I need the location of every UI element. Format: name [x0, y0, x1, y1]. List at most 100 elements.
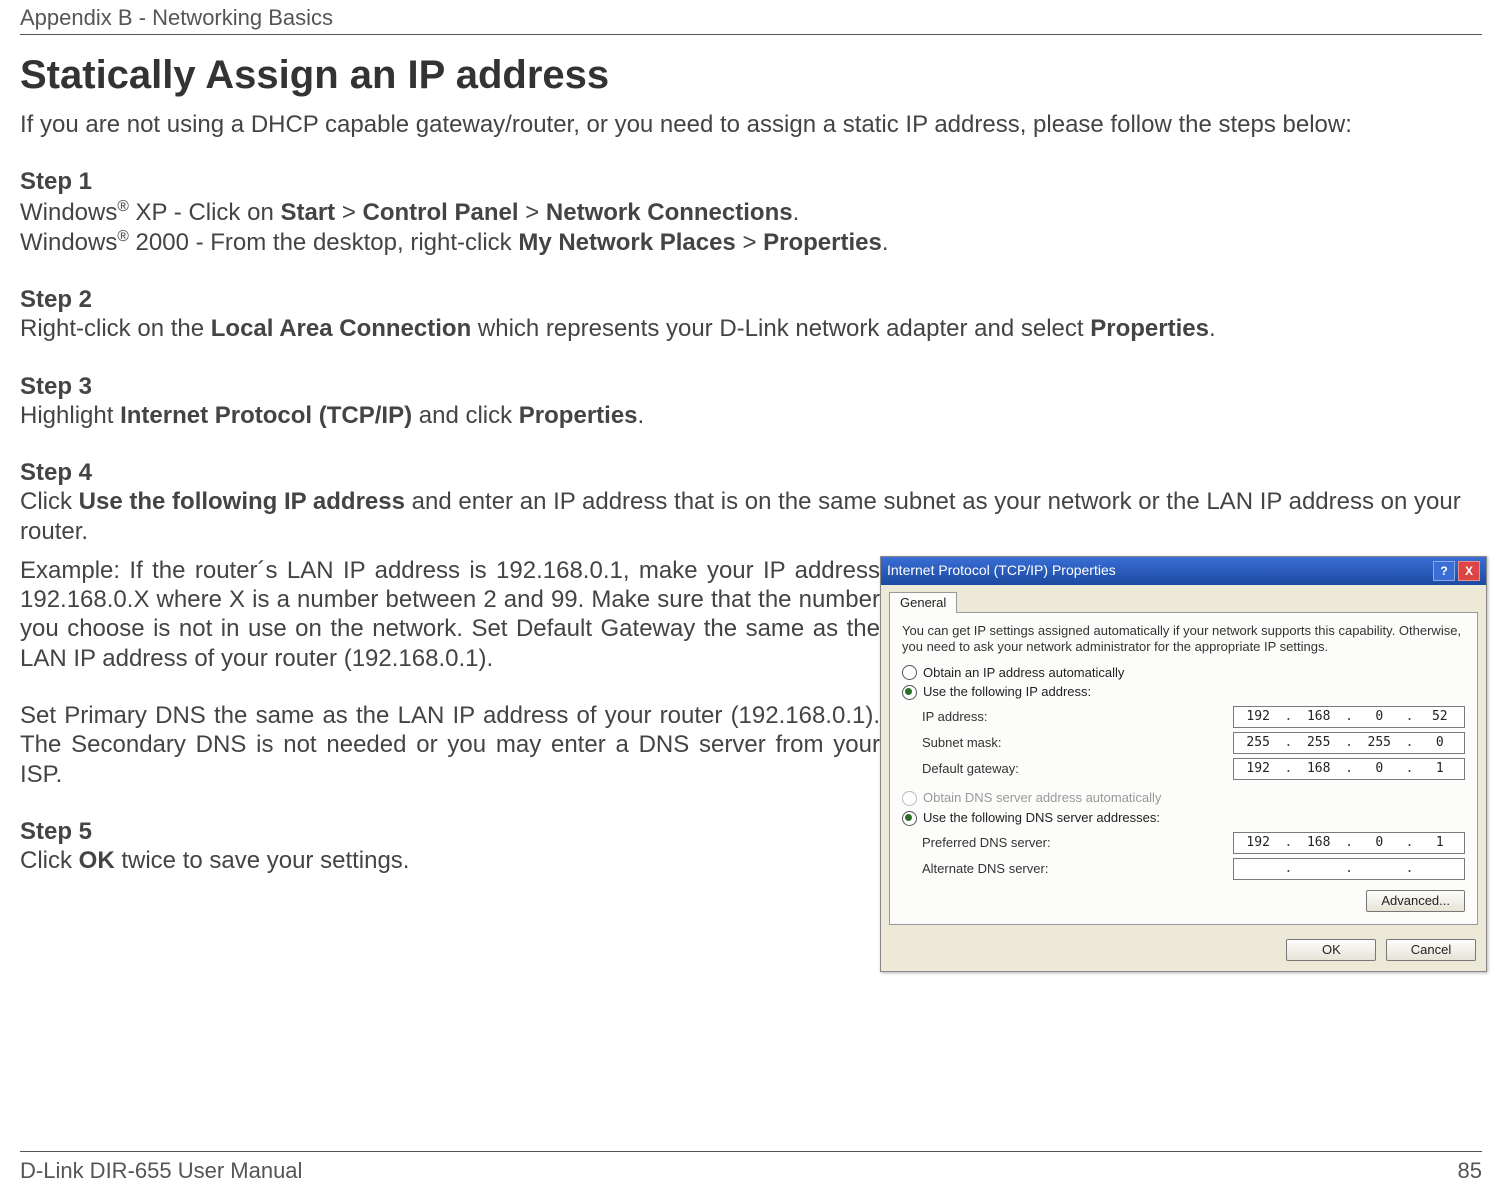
step-2: Step 2 Right-click on the Local Area Con… [20, 285, 1482, 344]
bold-text: Use the following IP address [79, 488, 405, 515]
dns-fieldset: Preferred DNS server: 192. 168. 0. 1 Alt… [902, 832, 1465, 880]
text: . [793, 199, 800, 226]
octet: 0 [1418, 735, 1462, 751]
page-title: Statically Assign an IP address [20, 53, 1482, 98]
octet [1297, 861, 1341, 877]
step-1: Step 1 Windows® XP - Click on Start > Co… [20, 167, 1482, 257]
preferred-dns-label: Preferred DNS server: [922, 835, 1051, 851]
text: and click [412, 402, 519, 429]
octet: 0 [1357, 835, 1401, 851]
step-3-label: Step 3 [20, 372, 1482, 401]
bold-text: Internet Protocol (TCP/IP) [120, 402, 412, 429]
text: Click [20, 488, 79, 515]
radio-obtain-ip[interactable]: Obtain an IP address automatically [902, 665, 1465, 681]
dns-paragraph: Set Primary DNS the same as the LAN IP a… [20, 701, 880, 789]
preferred-dns-row: Preferred DNS server: 192. 168. 0. 1 [922, 832, 1465, 854]
tcpip-properties-dialog: Internet Protocol (TCP/IP) Properties ? … [880, 556, 1487, 972]
footer-page-number: 85 [1458, 1158, 1482, 1184]
text: > [335, 199, 362, 226]
bold-text: My Network Places [518, 229, 735, 256]
tab-strip: General [881, 585, 1486, 612]
alternate-dns-input[interactable]: . . . [1233, 858, 1465, 880]
radio-obtain-dns: Obtain DNS server address automatically [902, 790, 1465, 806]
page-footer: D-Link DIR-655 User Manual 85 [20, 1151, 1482, 1184]
bold-text: Properties [519, 402, 638, 429]
bold-text: Properties [1090, 315, 1209, 342]
octet [1236, 861, 1280, 877]
preferred-dns-input[interactable]: 192. 168. 0. 1 [1233, 832, 1465, 854]
step-3: Step 3 Highlight Internet Protocol (TCP/… [20, 372, 1482, 431]
bold-text: Control Panel [363, 199, 519, 226]
text: . [882, 229, 889, 256]
intro-paragraph: If you are not using a DHCP capable gate… [20, 110, 1482, 139]
text: > [519, 199, 546, 226]
bold-text: Start [280, 199, 335, 226]
example-paragraph: Example: If the router´s LAN IP address … [20, 556, 880, 673]
octet: 1 [1418, 761, 1462, 777]
step-1-label: Step 1 [20, 167, 1482, 196]
text: . [638, 402, 645, 429]
octet: 0 [1357, 709, 1401, 725]
step-4-label: Step 4 [20, 458, 1482, 487]
radio-icon [902, 811, 917, 826]
tab-general[interactable]: General [889, 592, 957, 613]
ip-address-input[interactable]: 192. 168. 0. 52 [1233, 706, 1465, 728]
text: Windows [20, 229, 117, 256]
octet: 192 [1236, 835, 1280, 851]
text: Right-click on the [20, 315, 211, 342]
advanced-button[interactable]: Advanced... [1366, 890, 1465, 912]
radio-icon [902, 665, 917, 680]
octet: 255 [1297, 735, 1341, 751]
octet [1357, 861, 1401, 877]
octet: 255 [1357, 735, 1401, 751]
text: which represents your D-Link network ada… [471, 315, 1090, 342]
bold-text: Local Area Connection [211, 315, 471, 342]
text: Highlight [20, 402, 120, 429]
radio-icon [902, 685, 917, 700]
dialog-description: You can get IP settings assigned automat… [902, 623, 1465, 655]
text: > [736, 229, 763, 256]
dialog-titlebar: Internet Protocol (TCP/IP) Properties ? … [881, 557, 1486, 585]
text: Windows [20, 199, 117, 226]
octet [1418, 861, 1462, 877]
dialog-title-text: Internet Protocol (TCP/IP) Properties [887, 562, 1116, 579]
alternate-dns-label: Alternate DNS server: [922, 861, 1048, 877]
header-divider [20, 34, 1482, 35]
bold-text: OK [79, 847, 115, 874]
help-button[interactable]: ? [1433, 561, 1455, 581]
radio-label: Use the following DNS server addresses: [923, 810, 1160, 826]
text: twice to save your settings. [115, 847, 410, 874]
radio-label: Obtain DNS server address automatically [923, 790, 1161, 806]
radio-label: Obtain an IP address automatically [923, 665, 1124, 681]
bold-text: Properties [763, 229, 882, 256]
default-gateway-input[interactable]: 192. 168. 0. 1 [1233, 758, 1465, 780]
subnet-mask-input[interactable]: 255. 255. 255. 0 [1233, 732, 1465, 754]
text: Click [20, 847, 79, 874]
octet: 192 [1236, 761, 1280, 777]
step-5: Step 5 Click OK twice to save your setti… [20, 817, 880, 876]
registered-mark: ® [117, 198, 129, 215]
ok-button[interactable]: OK [1286, 939, 1376, 961]
radio-icon [902, 791, 917, 806]
octet: 168 [1297, 709, 1341, 725]
text: 2000 - From the desktop, right-click [129, 229, 518, 256]
running-header: Appendix B - Networking Basics [20, 0, 1482, 34]
octet: 168 [1297, 835, 1341, 851]
default-gateway-label: Default gateway: [922, 761, 1019, 777]
footer-manual-title: D-Link DIR-655 User Manual [20, 1158, 302, 1184]
octet: 0 [1357, 761, 1401, 777]
octet: 168 [1297, 761, 1341, 777]
radio-use-ip[interactable]: Use the following IP address: [902, 684, 1465, 700]
octet: 192 [1236, 709, 1280, 725]
ip-address-row: IP address: 192. 168. 0. 52 [922, 706, 1465, 728]
radio-label: Use the following IP address: [923, 684, 1091, 700]
close-button[interactable]: X [1458, 561, 1480, 581]
octet: 255 [1236, 735, 1280, 751]
radio-use-dns[interactable]: Use the following DNS server addresses: [902, 810, 1465, 826]
registered-mark: ® [117, 228, 129, 245]
ip-fieldset: IP address: 192. 168. 0. 52 Subnet mask: [902, 706, 1465, 780]
ip-address-label: IP address: [922, 709, 988, 725]
cancel-button[interactable]: Cancel [1386, 939, 1476, 961]
step-2-label: Step 2 [20, 285, 1482, 314]
bold-text: Network Connections [546, 199, 793, 226]
